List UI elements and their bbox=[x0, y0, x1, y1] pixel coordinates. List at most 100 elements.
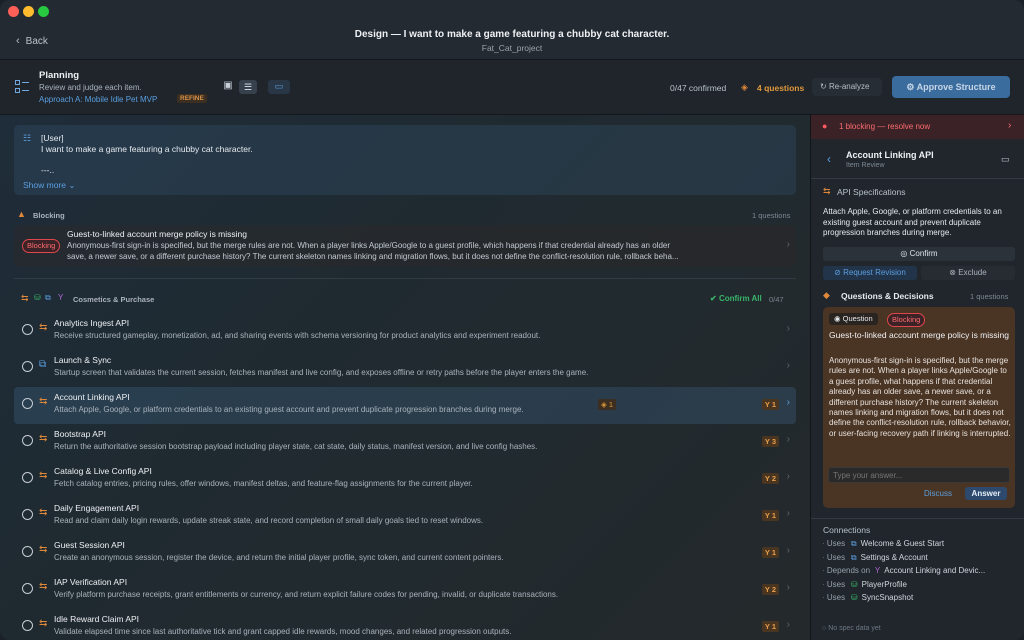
chevron-right-icon: › bbox=[1008, 120, 1012, 131]
connection-item[interactable]: · Uses ⧉ Welcome & Guest Start bbox=[822, 539, 944, 549]
question-label: ◉ Question bbox=[829, 313, 878, 325]
no-spec-text: ○ No spec data yet bbox=[822, 625, 881, 632]
list-item[interactable]: ⇆ Idle Reward Claim API Validate elapsed t… bbox=[14, 609, 796, 640]
confirm-all-label: Confirm All bbox=[718, 294, 762, 303]
swap-icon: ⇆ bbox=[39, 396, 48, 407]
blocking-pill: Blocking bbox=[22, 239, 61, 253]
list-item[interactable]: ⇆ IAP Verification API Verify platform pur… bbox=[14, 572, 796, 609]
blocking-line-2: save, a newer save, or a different purch… bbox=[67, 252, 679, 261]
chevron-right-icon: › bbox=[786, 508, 790, 519]
questions-count[interactable]: 4 questions bbox=[757, 83, 804, 93]
no-spec-label: No spec data yet bbox=[828, 625, 881, 632]
show-more-link[interactable]: Show more ⌄ bbox=[23, 180, 76, 191]
list-item[interactable]: ⇆ Guest Session API Create an anonymous se… bbox=[14, 535, 796, 572]
question-body: Anonymous-first sign-in is specified, bu… bbox=[829, 356, 1011, 438]
item-title: Idle Reward Claim API bbox=[54, 614, 140, 624]
list-item[interactable]: ⇆ Analytics Ingest API Receive structured … bbox=[14, 313, 796, 350]
list-item[interactable]: ⧉ Launch & Sync Startup screen that valida… bbox=[14, 350, 796, 387]
list-item[interactable]: ⇆ Account Linking API Attach Apple, Google… bbox=[14, 387, 796, 424]
status-radio[interactable] bbox=[22, 509, 33, 520]
status-radio[interactable] bbox=[22, 472, 33, 483]
db-icon: ⛁ bbox=[850, 579, 858, 589]
status-radio[interactable] bbox=[22, 324, 33, 335]
reanalyze-button[interactable]: ↻ Re-analyze bbox=[812, 78, 882, 96]
swap-icon: ⇆ bbox=[39, 322, 48, 333]
answer-button[interactable]: Answer bbox=[965, 487, 1007, 500]
fork-icon: Y bbox=[874, 566, 881, 575]
swap-icon: ⇆ bbox=[39, 470, 48, 481]
view-list-icon[interactable]: ☰ bbox=[239, 80, 257, 94]
review-title: Account Linking API bbox=[846, 150, 934, 160]
blocking-line-1: Anonymous-first sign-in is specified, bu… bbox=[67, 241, 670, 250]
dependency-count: 3 bbox=[771, 437, 776, 446]
prompt-card: ☷ [User] I want to make a game featuring… bbox=[14, 125, 796, 195]
zoom-window-button[interactable] bbox=[38, 6, 49, 17]
status-radio[interactable] bbox=[22, 435, 33, 446]
connection-kind: Uses bbox=[826, 579, 846, 589]
swap-icon: ⇆ bbox=[39, 581, 48, 592]
fork-icon: Y bbox=[764, 511, 770, 520]
request-revision-button[interactable]: ⊘ Request Revision bbox=[823, 266, 917, 280]
question-badge-count: 1 bbox=[608, 400, 614, 409]
connection-name: Settings & Account bbox=[860, 552, 928, 562]
status-radio[interactable] bbox=[22, 398, 33, 409]
connection-item[interactable]: · Uses ⧉ Settings & Account bbox=[822, 553, 928, 563]
close-window-button[interactable] bbox=[8, 6, 19, 17]
planning-toolbar: Planning Review and judge each item. App… bbox=[0, 60, 1024, 115]
close-icon: ⊗ bbox=[949, 268, 956, 277]
chevron-right-icon: › bbox=[786, 239, 790, 250]
question-blocking-pill: Blocking bbox=[887, 313, 926, 327]
view-board-icon[interactable]: ▣ bbox=[220, 80, 236, 94]
swap-icon: ⇆ bbox=[39, 507, 48, 518]
exclude-label: Exclude bbox=[958, 268, 987, 277]
db-icon: ⛁ bbox=[34, 293, 41, 302]
list-item[interactable]: ⇆ Daily Engagement API Read and claim dail… bbox=[14, 498, 796, 535]
panel-toggle-icon[interactable]: ▭ bbox=[1001, 154, 1010, 165]
request-revision-label: Request Revision bbox=[843, 268, 906, 277]
item-title: Account Linking API bbox=[54, 392, 130, 402]
revision-icon: ⊘ bbox=[834, 268, 841, 277]
check-circle-icon: ◎ bbox=[900, 249, 908, 258]
status-radio[interactable] bbox=[22, 583, 33, 594]
item-title: Guest Session API bbox=[54, 540, 125, 550]
chevron-right-icon: › bbox=[786, 545, 790, 556]
confirm-all-button[interactable]: ✔ Confirm All bbox=[710, 294, 762, 303]
status-radio[interactable] bbox=[22, 361, 33, 372]
confirm-label: Confirm bbox=[909, 249, 938, 258]
qd-count: 1 questions bbox=[970, 292, 1009, 301]
confirm-button[interactable]: ◎ Confirm bbox=[823, 247, 1015, 261]
exclude-button[interactable]: ⊗ Exclude bbox=[921, 266, 1015, 280]
item-description: Attach Apple, Google, or platform creden… bbox=[54, 405, 524, 414]
empty-circle-icon: ○ bbox=[822, 625, 827, 632]
approve-structure-button[interactable]: ⚙ Approve Structure bbox=[892, 76, 1010, 98]
minimize-window-button[interactable] bbox=[23, 6, 34, 17]
chevron-left-icon[interactable]: ‹ bbox=[827, 152, 831, 166]
status-radio[interactable] bbox=[22, 620, 33, 631]
connection-item[interactable]: · Depends on Y Account Linking and Devic..… bbox=[822, 566, 985, 575]
sidebar-toggle-icon[interactable]: ▭ bbox=[268, 80, 290, 94]
list-item[interactable]: ⇆ Catalog & Live Config API Fetch catalog … bbox=[14, 461, 796, 498]
swap-icon: ⇆ bbox=[39, 618, 48, 629]
diamond-icon: ◆ bbox=[823, 290, 830, 300]
connection-item[interactable]: · Uses ⛁ SyncSnapshot bbox=[822, 593, 913, 602]
approach-link[interactable]: Approach A: Mobile Idle Pet MVP bbox=[39, 95, 157, 104]
fork-icon: Y bbox=[764, 400, 770, 409]
blocking-card[interactable]: Blocking Guest-to-linked account merge p… bbox=[14, 225, 796, 267]
question-badge: ◈ 1 bbox=[598, 399, 617, 410]
screen-icon: ⧉ bbox=[45, 293, 51, 302]
question-card: ◉ Question Blocking Guest-to-linked acco… bbox=[823, 307, 1015, 508]
window-subtitle: Fat_Cat_project bbox=[481, 43, 543, 53]
status-radio[interactable] bbox=[22, 546, 33, 557]
discuss-button[interactable]: Discuss bbox=[917, 487, 959, 500]
confirmed-count: 0/47 confirmed bbox=[670, 83, 727, 93]
dependency-count: 1 bbox=[771, 548, 776, 557]
connections-heading: Connections bbox=[823, 525, 871, 535]
chevron-right-icon: › bbox=[786, 360, 790, 371]
connection-item[interactable]: · Uses ⛁ PlayerProfile bbox=[822, 580, 907, 589]
connection-kind: Depends on bbox=[826, 566, 871, 575]
answer-input[interactable] bbox=[828, 467, 1010, 483]
bullet-icon: · bbox=[822, 552, 825, 562]
blocking-banner[interactable]: ● 1 blocking — resolve now › bbox=[811, 115, 1024, 139]
item-title: IAP Verification API bbox=[54, 577, 128, 587]
list-item[interactable]: ⇆ Bootstrap API Return the authoritative s… bbox=[14, 424, 796, 461]
